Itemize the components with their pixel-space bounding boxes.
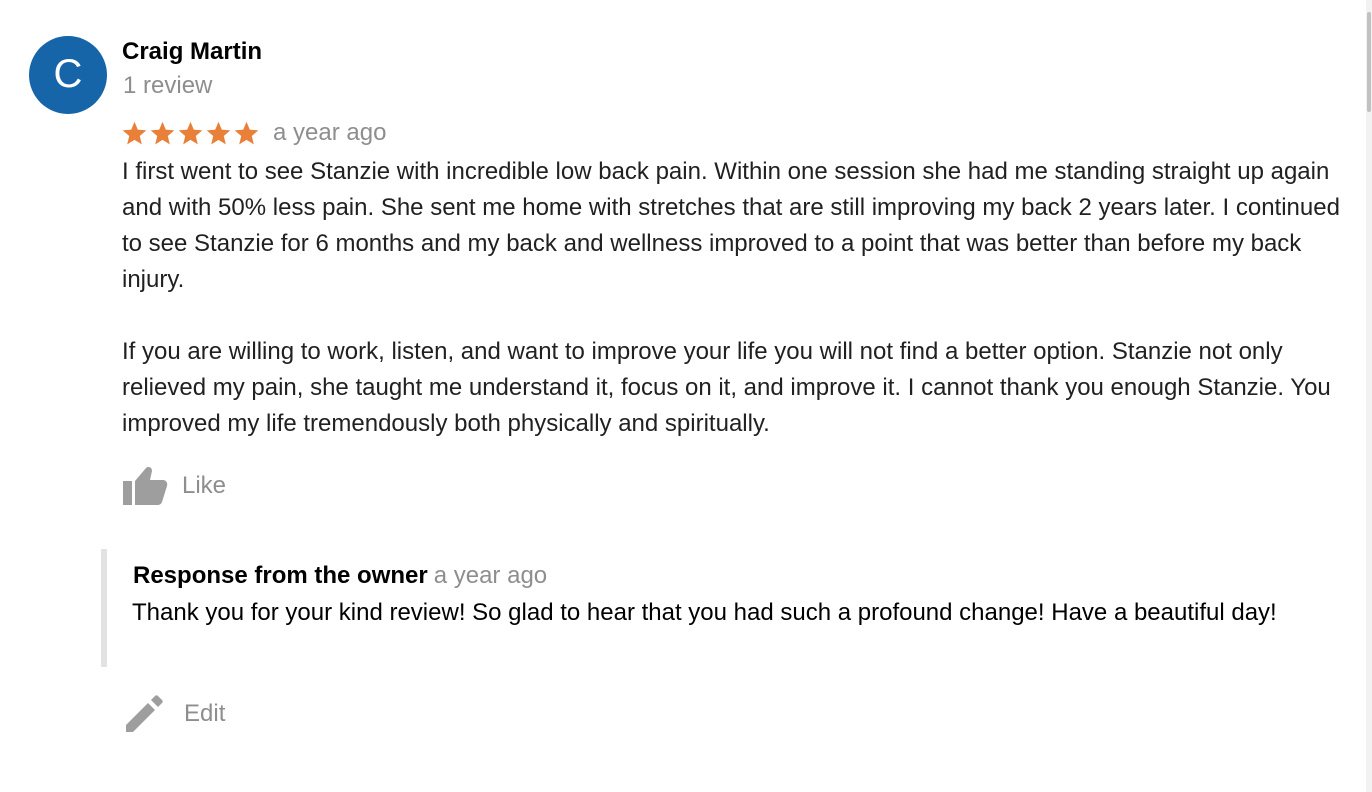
star-rating [121,120,261,147]
response-date: a year ago [433,562,548,589]
star-icon [205,120,232,147]
like-label: Like [182,472,227,499]
star-icon [177,120,204,147]
thumbs-up-icon [122,465,168,507]
like-button[interactable]: Like [122,464,226,508]
response-header: Response from the owner a year ago [133,562,547,590]
avatar[interactable]: C [29,36,107,114]
star-icon [149,120,176,147]
rating-row: a year ago [121,116,386,150]
response-title: Response from the owner [133,562,428,589]
star-icon [233,120,260,147]
avatar-letter: C [53,52,83,96]
edit-label: Edit [184,700,226,727]
review-page: C Craig Martin 1 review a year ago I fir… [0,0,1372,792]
owner-response: Response from the owner a year ago Thank … [101,549,1337,667]
scrollbar-thumb[interactable] [1367,12,1371,112]
review-paragraph: If you are willing to work, listen, and … [122,338,1331,437]
star-icon [121,120,148,147]
review-date: a year ago [273,119,387,146]
review-count[interactable]: 1 review [123,72,212,100]
response-text: Thank you for your kind review! So glad … [132,599,1277,626]
review-paragraph: I first went to see Stanzie with incredi… [122,158,1340,293]
reviewer-name[interactable]: Craig Martin [122,38,262,66]
review-text: I first went to see Stanzie with incredi… [122,154,1347,442]
pencil-icon [124,694,164,734]
edit-button[interactable]: Edit [124,692,225,736]
scrollbar[interactable] [1366,0,1372,792]
